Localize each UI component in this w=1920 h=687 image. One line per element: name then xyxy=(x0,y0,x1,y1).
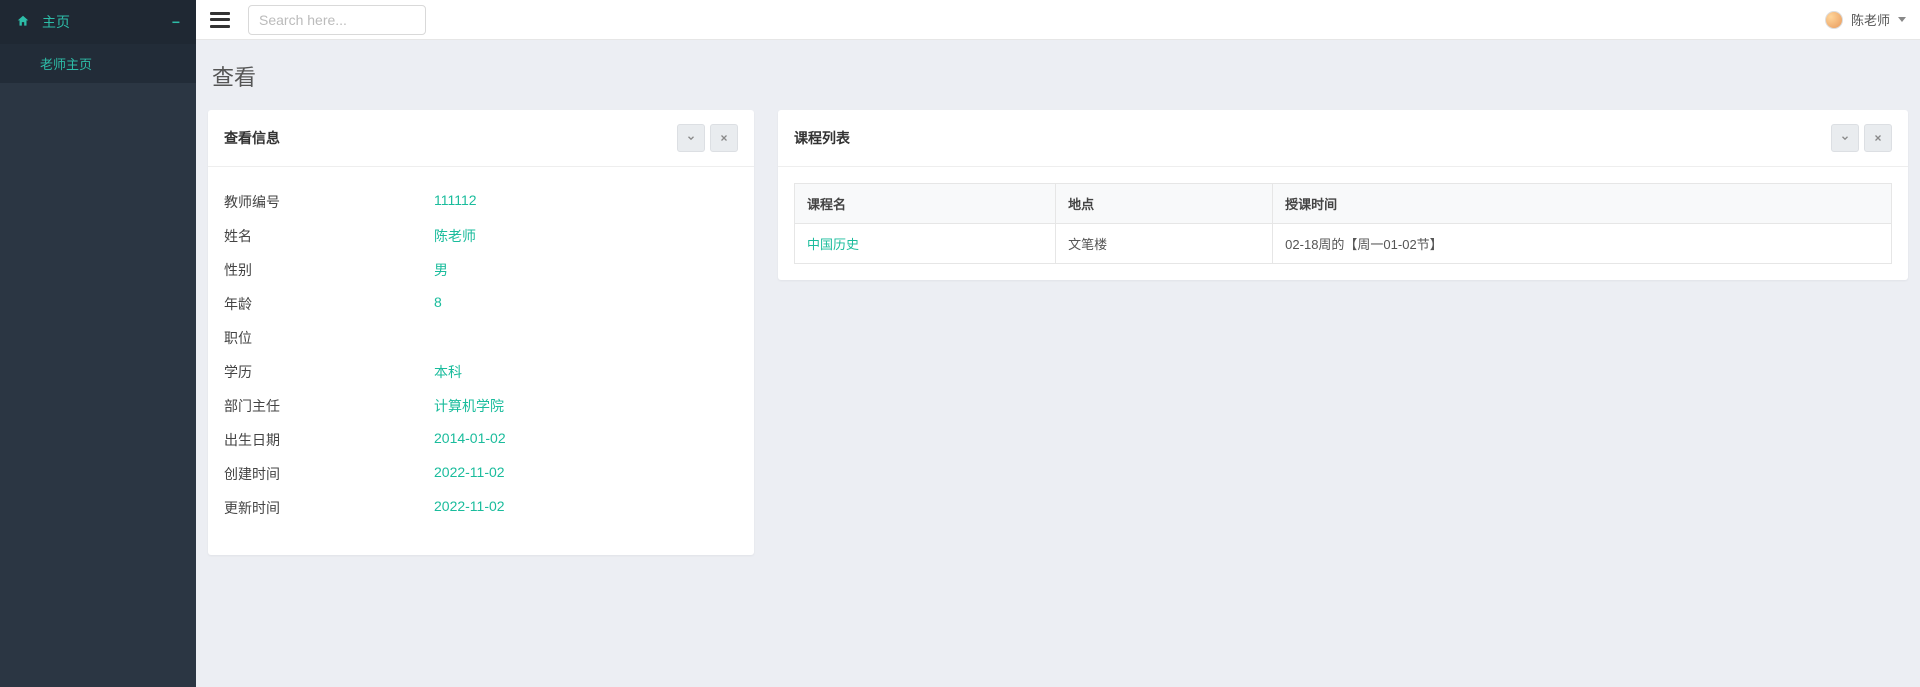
avatar xyxy=(1825,11,1843,29)
sidebar: 主页 − 老师主页 xyxy=(0,0,196,687)
collapse-button[interactable] xyxy=(1831,124,1859,152)
course-table: 课程名 地点 授课时间 中国历史 文笔楼 02-18周的【周一01-02节】 xyxy=(794,183,1892,264)
info-label: 年龄 xyxy=(224,294,434,314)
info-label: 部门主任 xyxy=(224,396,434,416)
info-value: 2014-01-02 xyxy=(434,430,506,450)
col-course-name: 课程名 xyxy=(795,184,1056,224)
col-time: 授课时间 xyxy=(1273,184,1892,224)
info-value: 111112 xyxy=(434,192,477,212)
course-panel: 课程列表 课程名 地点 xyxy=(778,110,1908,280)
sidebar-item-home[interactable]: 主页 − xyxy=(0,0,196,44)
home-icon xyxy=(16,14,30,31)
col-location: 地点 xyxy=(1056,184,1273,224)
info-label: 教师编号 xyxy=(224,192,434,212)
sidebar-item-label: 主页 xyxy=(42,12,172,32)
info-row: 更新时间2022-11-02 xyxy=(224,491,738,525)
info-value: 本科 xyxy=(434,362,462,382)
collapse-icon[interactable]: − xyxy=(172,14,180,30)
sidebar-item-label: 老师主页 xyxy=(40,57,92,72)
page-title: 查看 xyxy=(212,60,1908,92)
caret-down-icon xyxy=(1898,17,1906,22)
info-panel: 查看信息 教师编号111112 姓名陈老师 性别男 年龄8 职位 xyxy=(208,110,754,555)
course-panel-title: 课程列表 xyxy=(794,128,1826,148)
info-row: 职位 xyxy=(224,321,738,355)
info-label: 创建时间 xyxy=(224,464,434,484)
close-button[interactable] xyxy=(710,124,738,152)
info-value: 陈老师 xyxy=(434,226,476,246)
info-label: 姓名 xyxy=(224,226,434,246)
collapse-button[interactable] xyxy=(677,124,705,152)
search-input[interactable] xyxy=(248,5,426,35)
info-value: 男 xyxy=(434,260,448,280)
close-button[interactable] xyxy=(1864,124,1892,152)
sidebar-item-teacher-home[interactable]: 老师主页 xyxy=(0,44,196,83)
info-row: 学历本科 xyxy=(224,355,738,389)
user-menu[interactable]: 陈老师 xyxy=(1825,10,1906,29)
info-label: 更新时间 xyxy=(224,498,434,518)
info-row: 出生日期2014-01-02 xyxy=(224,423,738,457)
course-time-cell: 02-18周的【周一01-02节】 xyxy=(1273,224,1892,264)
info-value: 8 xyxy=(434,294,442,314)
info-row: 部门主任计算机学院 xyxy=(224,389,738,423)
info-label: 职位 xyxy=(224,328,434,348)
username-label: 陈老师 xyxy=(1851,10,1890,29)
info-row: 年龄8 xyxy=(224,287,738,321)
info-label: 学历 xyxy=(224,362,434,382)
table-row: 中国历史 文笔楼 02-18周的【周一01-02节】 xyxy=(795,224,1892,264)
course-location-cell: 文笔楼 xyxy=(1056,224,1273,264)
course-name-cell[interactable]: 中国历史 xyxy=(795,224,1056,264)
info-row: 创建时间2022-11-02 xyxy=(224,457,738,491)
topbar: 陈老师 xyxy=(196,0,1920,40)
info-row: 教师编号111112 xyxy=(224,185,738,219)
info-value: 2022-11-02 xyxy=(434,498,505,518)
info-row: 性别男 xyxy=(224,253,738,287)
hamburger-icon[interactable] xyxy=(210,12,230,28)
info-panel-title: 查看信息 xyxy=(224,128,672,148)
info-row: 姓名陈老师 xyxy=(224,219,738,253)
info-value: 计算机学院 xyxy=(434,396,504,416)
info-value: 2022-11-02 xyxy=(434,464,505,484)
info-label: 性别 xyxy=(224,260,434,280)
info-label: 出生日期 xyxy=(224,430,434,450)
info-body: 教师编号111112 姓名陈老师 性别男 年龄8 职位 学历本科 部门主任计算机… xyxy=(208,167,754,555)
